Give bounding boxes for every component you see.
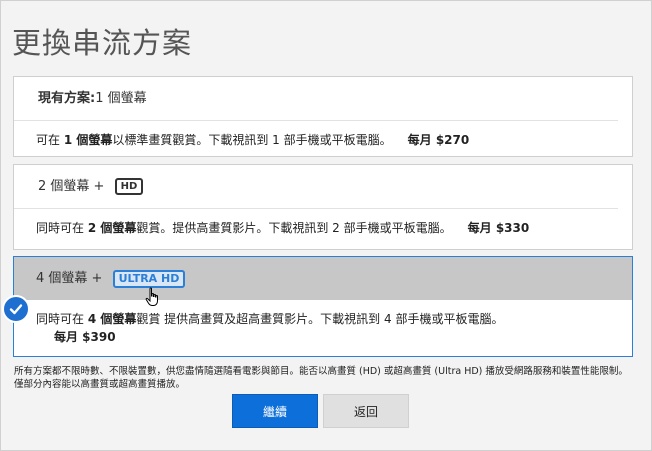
desc-text: 以標準畫質觀賞。下載視訊到 1 部手機或平板電腦。 [112,133,392,147]
plan-header: 2 個螢幕 + HD [14,165,618,209]
plan-header: 現有方案:1 個螢幕 [14,77,618,121]
footnote: 所有方案都不限時數、不限裝置數，供您盡情隨選隨看電影與節目。能否以高畫質 (HD… [14,366,628,390]
plan-option-2-screens[interactable]: 2 個螢幕 + HD 同時可在 2 個螢幕觀賞。提供高畫質影片。下載視訊到 2 … [13,164,633,250]
plan-description: 同時可在 4 個螢幕觀賞 提供高畫質及超高畫質影片。下載視訊到 4 部手機或平板… [14,300,632,346]
plan-description: 可在 1 個螢幕以標準畫質觀賞。下載視訊到 1 部手機或平板電腦。 每月 $270 [14,121,632,149]
ultra-hd-badge: ULTRA HD [112,269,186,288]
plan-price: 每月 $390 [54,330,116,344]
plan-description: 同時可在 2 個螢幕觀賞。提供高畫質影片。下載視訊到 2 部手機或平板電腦。 每月… [14,209,632,237]
desc-text: 觀賞。提供高畫質影片。下載視訊到 2 部手機或平板電腦。 [136,221,452,235]
desc-prefix: 可在 [36,133,64,147]
desc-screens: 1 個螢幕 [63,133,113,147]
plan-price: 每月 $330 [467,221,530,235]
desc-text: 觀賞 提供高畫質及超高畫質影片。下載視訊到 4 部手機或平板電腦。 [136,312,504,326]
continue-button[interactable]: 繼續 [232,394,318,428]
plan-header: 4 個螢幕 + ULTRA HD [14,257,632,300]
plan-screens: 2 個螢幕 + [38,179,105,194]
desc-screens: 2 個螢幕 [87,221,137,235]
plan-screens: 1 個螢幕 [95,91,147,106]
plan-price: 每月 $270 [407,133,470,147]
hand-cursor-icon [145,287,161,311]
hd-badge: HD [114,178,144,195]
back-button[interactable]: 返回 [323,394,409,428]
plan-option-1-screen[interactable]: 現有方案:1 個螢幕 可在 1 個螢幕以標準畫質觀賞。下載視訊到 1 部手機或平… [13,76,633,157]
desc-screens: 4 個螢幕 [87,312,137,326]
current-plan-label: 現有方案: [38,91,96,106]
plan-screens: 4 個螢幕 + [36,271,103,286]
checkmark-icon [2,295,30,323]
plan-option-4-screens[interactable]: 4 個螢幕 + ULTRA HD 同時可在 4 個螢幕觀賞 提供高畫質及超高畫質… [13,256,633,357]
page-title: 更換串流方案 [12,26,193,60]
desc-prefix: 同時可在 [36,312,88,326]
desc-prefix: 同時可在 [36,221,88,235]
